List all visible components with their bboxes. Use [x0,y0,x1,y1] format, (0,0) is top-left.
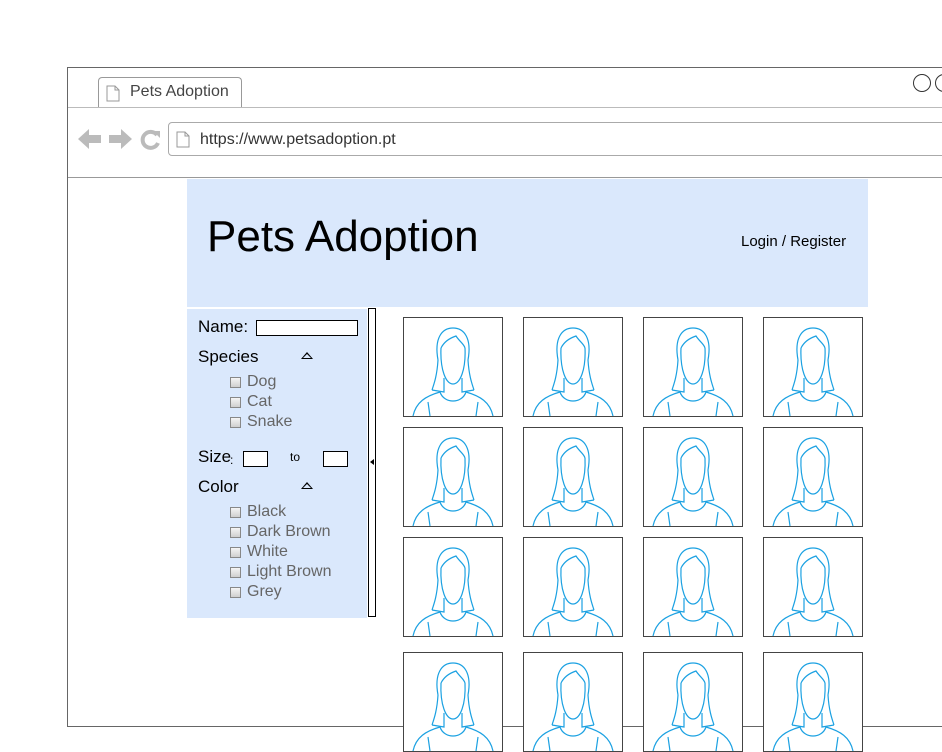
collapse-caret-icon[interactable] [301,482,313,489]
pet-card[interactable] [763,537,863,637]
size-colon: : [230,453,234,467]
pet-card[interactable] [403,537,503,637]
back-arrow-icon[interactable] [78,128,102,155]
color-option-label: Light Brown [247,563,332,580]
pet-card[interactable] [643,427,743,527]
person-placeholder-icon [764,318,862,416]
person-placeholder-icon [404,428,502,526]
window-control-button[interactable] [913,74,931,92]
size-label: Size [198,447,232,466]
color-checkbox[interactable] [230,587,241,598]
name-input[interactable] [256,320,358,336]
person-placeholder-icon [404,538,502,636]
pet-card[interactable] [523,317,623,417]
pet-card[interactable] [763,427,863,527]
person-placeholder-icon [764,538,862,636]
pet-card[interactable] [763,317,863,417]
page-icon [106,85,120,107]
site-header: Pets Adoption Login / Register [187,179,868,307]
forward-arrow-icon[interactable] [108,128,132,155]
color-label: Color [198,477,239,496]
size-from-input[interactable] [243,451,268,467]
size-to-label: to [290,450,301,464]
tab-title: Pets Adoption [130,83,229,100]
name-label: Name: [198,317,249,336]
size-to-input[interactable] [323,451,348,467]
person-placeholder-icon [524,538,622,636]
species-checkbox[interactable] [230,417,241,428]
pet-card[interactable] [403,652,503,752]
species-option-label: Snake [247,413,293,430]
person-placeholder-icon [764,653,862,751]
scroll-arrow-icon[interactable] [370,459,374,465]
person-placeholder-icon [524,653,622,751]
filter-sidebar: Name: Species Dog Cat Snake Size : to Colo… [187,309,367,618]
color-option-label: Dark Brown [247,523,331,540]
refresh-icon[interactable] [139,129,161,156]
species-option-label: Dog [247,373,277,390]
person-placeholder-icon [524,318,622,416]
person-placeholder-icon [644,318,742,416]
pet-card[interactable] [523,652,623,752]
person-placeholder-icon [404,318,502,416]
sidebar-scrollbar[interactable] [368,308,376,617]
species-label: Species [198,347,259,366]
site-title: Pets Adoption [207,212,479,261]
collapse-caret-icon[interactable] [301,352,313,359]
color-checkbox[interactable] [230,567,241,578]
pet-card[interactable] [643,652,743,752]
pet-card[interactable] [523,537,623,637]
color-checkbox[interactable] [230,547,241,558]
person-placeholder-icon [404,653,502,751]
address-bar[interactable]: https://www.petsadoption.pt [168,122,942,156]
person-placeholder-icon [644,538,742,636]
color-checkbox[interactable] [230,507,241,518]
pet-card[interactable] [643,537,743,637]
species-option-label: Cat [247,393,272,410]
page-icon [176,131,190,153]
pet-card[interactable] [523,427,623,527]
browser-tab[interactable]: Pets Adoption [98,77,242,107]
person-placeholder-icon [644,428,742,526]
browser-window: Pets Adoption https://www.petsadoption.p… [67,67,942,752]
window-control-button[interactable] [935,74,942,92]
pet-card[interactable] [763,652,863,752]
pet-card[interactable] [643,317,743,417]
color-option-label: Black [247,503,287,520]
url-text: https://www.petsadoption.pt [200,131,396,148]
person-placeholder-icon [644,653,742,751]
toolbar-divider [68,177,942,178]
color-option-label: Grey [247,583,282,600]
person-placeholder-icon [524,428,622,526]
person-placeholder-icon [764,428,862,526]
pet-card[interactable] [403,317,503,417]
login-register-link[interactable]: Login / Register [741,233,846,250]
species-checkbox[interactable] [230,397,241,408]
tab-divider [68,107,942,108]
species-checkbox[interactable] [230,377,241,388]
pet-card[interactable] [403,427,503,527]
color-option-label: White [247,543,288,560]
color-checkbox[interactable] [230,527,241,538]
